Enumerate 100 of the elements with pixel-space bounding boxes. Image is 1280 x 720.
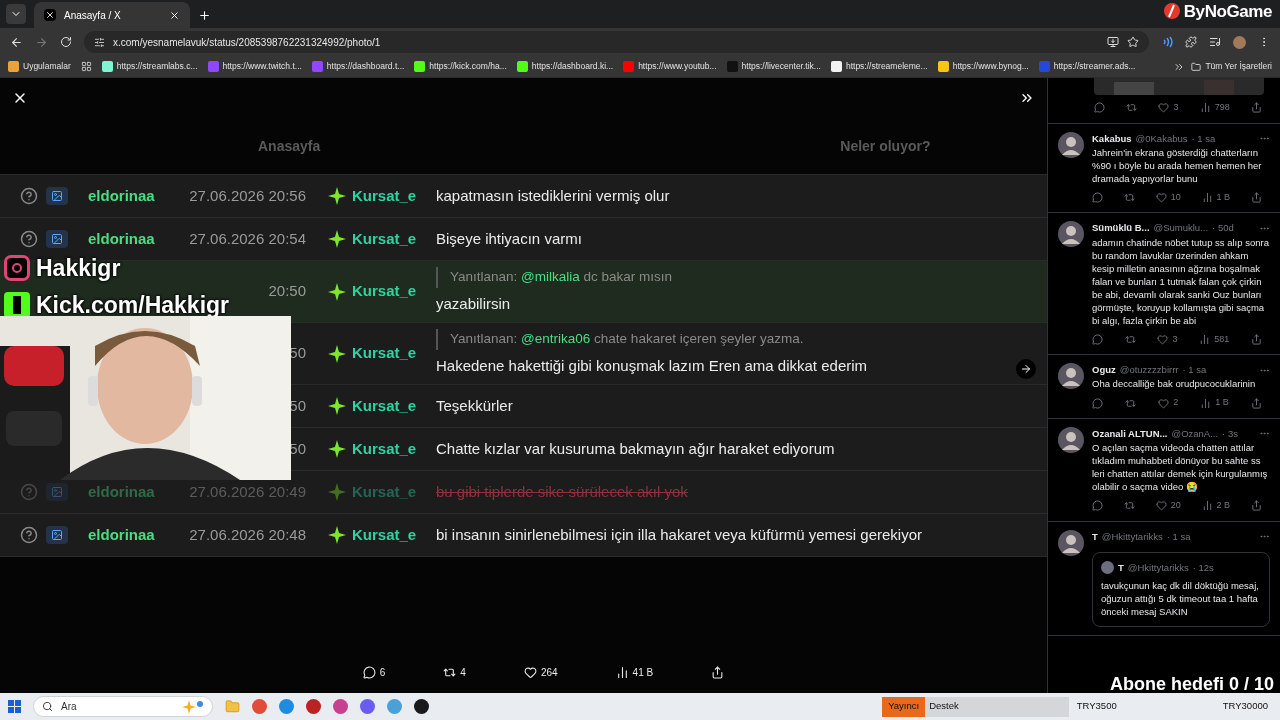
post-time: · 1 sa [1182, 363, 1207, 377]
app-icon[interactable] [414, 699, 429, 714]
sparkle-icon [328, 397, 346, 415]
reply-text: Jahrein'in ekrana gösterdiği chatterların %90 ı böyle bu arada hemen hemen her dramada yapıyorlar bunu [1092, 145, 1263, 185]
bookmark-item[interactable]: https://www.youtub... [619, 56, 721, 77]
mention-link[interactable]: @milkalia [521, 269, 580, 285]
author-name: T [1118, 560, 1124, 575]
donation-title: Destek [925, 696, 1069, 717]
image-icon[interactable] [46, 187, 68, 205]
bookmark-item[interactable]: https://streamer.ads... [1034, 56, 1140, 77]
avatar-icon [1058, 529, 1084, 556]
timestamp: 20:50 [268, 282, 306, 300]
image-icon[interactable] [46, 230, 68, 248]
close-tab-icon[interactable] [169, 9, 180, 21]
back-icon[interactable] [10, 35, 23, 49]
bookmark-item[interactable]: https://kick.com/ha... [410, 56, 511, 77]
quoted-text: tavukçunun kaç dk dil döktüğü mesaj, oğuzun attığı 5 dk timeout taa 1 hafta önceki mesaj SAKIN [1101, 579, 1260, 618]
bookmark-item[interactable]: https://livecenter.tik... [722, 56, 825, 77]
reply-text: adamın chatinde nöbet tutup ss alıp sonra bu random lavuklar üzerinden ahkam kesip milletin anasının ağzına boşalmak falan ve bunları 1 tutmak falan çok çirkin be abi, devamlı olarak sanki Ouz bunları görmüşte, koruyup kollamışta gibi saçma bi algı, fazla çirkin be abi [1092, 235, 1270, 327]
social-handle: Hakkigr [36, 254, 121, 283]
moderator-name[interactable]: Kursat_e [352, 523, 417, 547]
view-count: 2 B [1216, 499, 1231, 512]
bookmark-item[interactable]: https://www.twitch.t... [203, 56, 306, 77]
username[interactable]: eldorinaa [88, 187, 155, 204]
avatar-icon [1058, 131, 1084, 158]
grid-icon[interactable] [80, 61, 92, 72]
quoted-post[interactable]: T @Hkittytarikks · 12s tavukçunun kaç dk dil döktüğü mesaj, oğuzun attığı 5 dk timeout taa 1 hafta önceki mesaj SAKIN [1092, 551, 1270, 627]
kick-logo-icon [4, 291, 30, 318]
author-handle: @Hkittytarikks [1127, 560, 1189, 575]
moderator-name[interactable]: Kursat_e [352, 437, 417, 461]
reply-count: 6 [379, 665, 386, 680]
like-icon[interactable] [523, 665, 537, 679]
install-icon[interactable] [1107, 36, 1119, 48]
author-handle: @OzanA... [1171, 426, 1219, 441]
post-time: · 1 sa [1191, 131, 1216, 146]
faded-nav-label: Anasayfa [258, 136, 321, 156]
forward-icon[interactable] [35, 35, 48, 49]
like-count: 264 [540, 665, 558, 680]
moderator-name[interactable]: Kursat_e [352, 342, 417, 365]
author-handle: @Hkittytarikks [1101, 529, 1163, 544]
bookmark-item[interactable]: Uygulamalar [4, 56, 75, 77]
search-icon [42, 701, 53, 712]
mention-link[interactable]: @entrika06 [521, 331, 591, 347]
extensions-icon[interactable] [1185, 36, 1197, 48]
address-bar[interactable]: x.com/yesnamelavuk/status/2085398762231324992/photo/1 [84, 31, 1149, 53]
timestamp: 27.06.2026 20:49 [189, 482, 306, 500]
chat-message: Teşekkürler [436, 397, 513, 414]
donation-target: TRY30000 [1221, 699, 1269, 714]
search-field[interactable]: Ara [33, 696, 213, 717]
sound-wave-icon[interactable] [1161, 36, 1173, 48]
site-settings-icon[interactable] [94, 36, 105, 48]
chat-message: bu gibi tiplerde sike sürülecek akıl yok [436, 483, 688, 500]
image-icon[interactable] [46, 526, 68, 544]
author-name: Oguz [1092, 363, 1116, 377]
reply-preview: chate hakaret içeren şeyler yazma. [594, 331, 804, 347]
bookmark-item[interactable]: https://dashboard.ki... [512, 56, 618, 77]
author-handle: @0Kakabus [1135, 131, 1188, 146]
browser-tab[interactable]: Anasayfa / X [34, 2, 190, 28]
view-count: 41 B [632, 665, 654, 680]
help-icon[interactable] [20, 526, 38, 544]
profile-avatar-icon[interactable] [1233, 35, 1246, 49]
windows-icon[interactable] [8, 700, 21, 713]
username[interactable]: eldorinaa [88, 230, 155, 247]
like-count: 20 [1170, 499, 1181, 512]
author-name: Ozanali ALTUN... [1092, 426, 1168, 441]
bookmark-item[interactable]: https://streamlabs.c... [97, 56, 202, 77]
help-icon[interactable] [20, 187, 38, 205]
arrow-right-icon [1020, 363, 1032, 375]
moderator-name[interactable]: Kursat_e [352, 280, 417, 303]
avatar-icon [1058, 426, 1084, 453]
brand-logo-icon [1163, 3, 1180, 20]
all-bookmarks[interactable]: Tüm Yer İşaretleri [1187, 60, 1276, 73]
bookmark-item[interactable]: https://dashboard.t... [307, 56, 409, 77]
avatar-icon [1058, 363, 1084, 389]
moderator-name[interactable]: Kursat_e [352, 394, 417, 418]
reload-icon[interactable] [60, 36, 72, 48]
repost-count: 4 [460, 665, 466, 680]
share-icon[interactable] [711, 665, 725, 679]
views-icon[interactable] [615, 665, 629, 679]
bookmark-item[interactable]: https://streameleme... [826, 56, 932, 77]
moderator-name[interactable]: Kursat_e [352, 227, 417, 251]
reply-label: Yanıtlanan: [450, 331, 518, 347]
tab-list-button[interactable] [6, 4, 26, 24]
media-icon[interactable] [1209, 36, 1221, 48]
new-tab-icon[interactable] [198, 9, 211, 22]
timestamp: 27.06.2026 20:56 [189, 186, 306, 204]
view-count: 581 [1214, 332, 1230, 346]
bookmark-item[interactable]: https://www.bynog... [933, 56, 1033, 77]
sparkle-icon [328, 440, 346, 458]
reply-preview: dc bakar mısın [583, 269, 673, 285]
post-time: · 50d [1212, 221, 1234, 236]
username[interactable]: eldorinaa [88, 526, 155, 543]
moderator-name[interactable]: Kursat_e [352, 184, 417, 208]
post-time: · 3s [1222, 426, 1238, 441]
bookmark-star-icon[interactable] [1127, 36, 1139, 48]
sparkle-icon [328, 230, 346, 248]
view-count: 798 [1214, 101, 1230, 114]
chat-message: Chatte kızlar var kusuruma bakmayın ağır haraket ediyorum [436, 440, 835, 457]
chat-message: Bişeye ihtiyacın varmı [436, 230, 582, 247]
help-icon[interactable] [20, 230, 38, 248]
